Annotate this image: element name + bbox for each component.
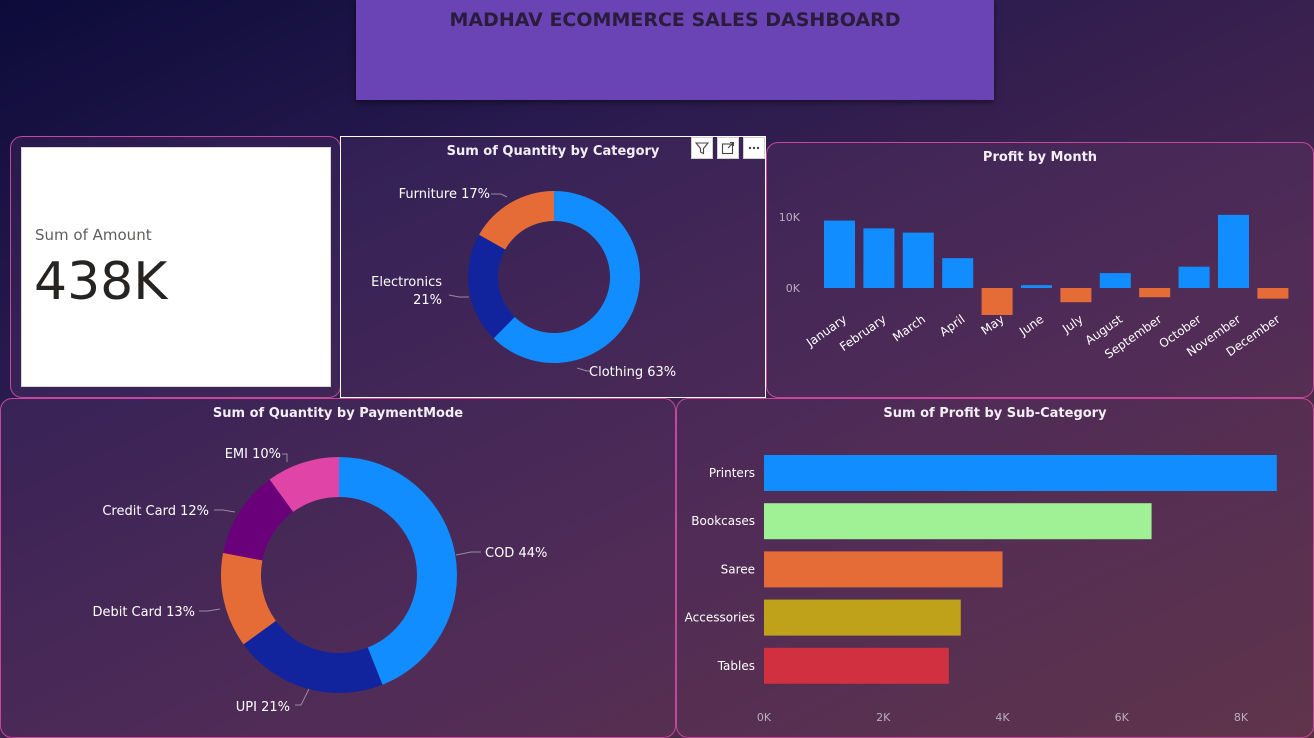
donut-label-clothing: Clothing 63% bbox=[589, 365, 676, 380]
category-donut-chart: Clothing 63% Electronics 21% Furniture 17% bbox=[371, 187, 676, 380]
leader-line bbox=[214, 509, 236, 513]
x-tick-label: 2K bbox=[876, 711, 891, 724]
leader-line bbox=[295, 688, 310, 706]
donut-label-upi: UPI 21% bbox=[236, 700, 290, 715]
x-tick-label: June bbox=[1016, 312, 1046, 339]
category-chart-panel[interactable]: Sum of Quantity by Category Clothing 63%… bbox=[340, 136, 766, 398]
leader-line bbox=[455, 551, 481, 556]
bar-august[interactable] bbox=[1099, 273, 1131, 288]
subcategory-panel[interactable]: Sum of Profit by Sub-Category Printers Bo… bbox=[676, 398, 1314, 738]
bar-june[interactable] bbox=[1021, 285, 1052, 288]
donut-label-electronics-pct: 21% bbox=[413, 293, 442, 308]
bar-march[interactable] bbox=[902, 232, 934, 288]
bar-december[interactable] bbox=[1257, 288, 1289, 299]
subcategory-bar-chart: Printers Bookcases Saree Accessories Tables 0… bbox=[685, 455, 1277, 724]
x-tick-label: 6K bbox=[1115, 711, 1130, 724]
payment-chart-panel[interactable]: Sum of Quantity by PaymentMode COD 44% UP… bbox=[0, 398, 676, 738]
donut-slice-cod[interactable] bbox=[339, 457, 457, 685]
leader-line bbox=[282, 453, 288, 462]
x-tick-label: March bbox=[890, 312, 928, 344]
bar-bookcases[interactable] bbox=[764, 503, 1152, 540]
kpi-card: Sum of Amount 438K bbox=[21, 147, 331, 387]
y-tick-label: 0K bbox=[786, 282, 801, 295]
dashboard-title-banner: MADHAV ECOMMERCE SALES DASHBOARD bbox=[356, 0, 994, 100]
x-tick-label: May bbox=[978, 312, 1006, 338]
kpi-card-panel[interactable]: Sum of Amount 438K bbox=[10, 136, 341, 398]
x-tick-label: April bbox=[937, 312, 968, 339]
leader-line bbox=[199, 608, 221, 612]
donut-label-furniture: Furniture 17% bbox=[399, 187, 490, 202]
kpi-value: 438K bbox=[34, 252, 168, 312]
bar-february[interactable] bbox=[863, 228, 895, 288]
y-tick-label: Saree bbox=[721, 562, 755, 576]
donut-label-electronics: Electronics bbox=[371, 275, 442, 290]
donut-slice-electronics[interactable] bbox=[468, 234, 515, 339]
bar-november[interactable] bbox=[1218, 214, 1249, 288]
dashboard-title: MADHAV ECOMMERCE SALES DASHBOARD bbox=[449, 9, 901, 31]
bar-october[interactable] bbox=[1178, 266, 1210, 288]
donut-label-cod: COD 44% bbox=[485, 546, 547, 561]
bar-tables[interactable] bbox=[764, 647, 949, 684]
donut-label-debit-card: Debit Card 13% bbox=[92, 605, 195, 620]
x-tick-label: July bbox=[1059, 312, 1086, 336]
bar-accessories[interactable] bbox=[764, 599, 961, 636]
y-tick-label: Tables bbox=[717, 659, 755, 673]
kpi-label: Sum of Amount bbox=[35, 226, 152, 244]
bar-january[interactable] bbox=[824, 220, 855, 288]
bar-july[interactable] bbox=[1060, 288, 1092, 303]
bar-september[interactable] bbox=[1139, 288, 1171, 298]
x-tick-label: 0K bbox=[757, 711, 772, 724]
leader-line bbox=[448, 294, 469, 298]
x-tick-label: 8K bbox=[1234, 711, 1249, 724]
donut-slice-furniture[interactable] bbox=[479, 191, 554, 250]
bar-april[interactable] bbox=[942, 258, 974, 288]
profit-month-chart: 10K0KJanuaryFebruary March April May June Jul… bbox=[779, 211, 1289, 362]
leader-line bbox=[491, 193, 508, 198]
x-tick-label: 4K bbox=[995, 711, 1010, 724]
profit-month-panel[interactable]: Profit by Month 10K 0K January February Marc… bbox=[766, 142, 1314, 398]
y-tick-label: Accessories bbox=[685, 611, 755, 625]
payment-donut-chart: COD 44% UPI 21% Debit Card 13% Credit Card … bbox=[92, 447, 547, 715]
donut-label-credit-card: Credit Card 12% bbox=[102, 504, 209, 519]
bar-may[interactable] bbox=[981, 288, 1013, 315]
bar-printers[interactable] bbox=[764, 455, 1277, 491]
y-tick-label: Printers bbox=[709, 466, 755, 480]
donut-slice-upi[interactable] bbox=[243, 620, 383, 693]
y-tick-label: 10K bbox=[779, 211, 801, 224]
y-tick-label: Bookcases bbox=[691, 514, 755, 528]
bar-saree[interactable] bbox=[764, 551, 1003, 588]
donut-label-emi: EMI 10% bbox=[225, 447, 281, 462]
